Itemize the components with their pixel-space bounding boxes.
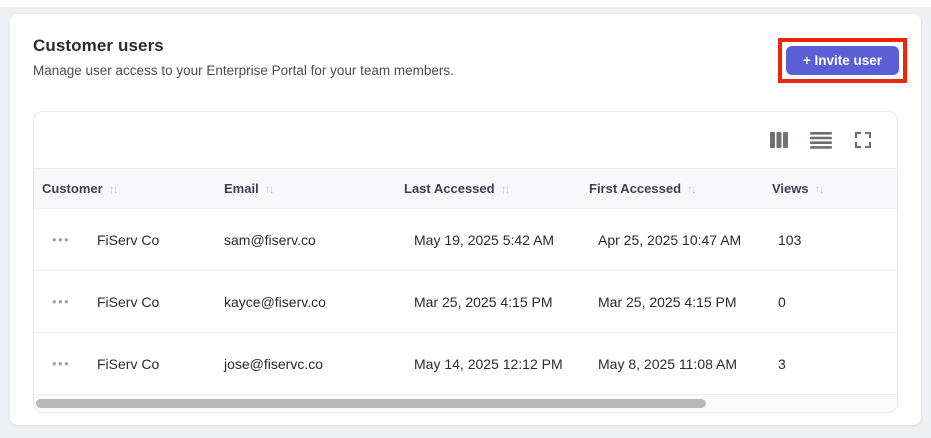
column-header-views[interactable]: Views ↑↓ <box>772 181 897 196</box>
last-accessed-cell: May 14, 2025 12:12 PM <box>414 355 563 372</box>
sort-icon[interactable]: ↑↓ <box>687 182 697 196</box>
views-cell: 3 <box>778 355 786 372</box>
column-header-first-accessed[interactable]: First Accessed ↑↓ <box>589 181 772 196</box>
row-menu-icon[interactable]: ••• <box>52 230 70 249</box>
row-menu-icon[interactable]: ••• <box>52 292 70 311</box>
email-cell: jose@fiservc.co <box>224 355 324 372</box>
sort-icon[interactable]: ↑↓ <box>501 182 511 196</box>
column-label: Last Accessed <box>404 181 495 196</box>
annotation-highlight: + Invite user <box>777 38 907 83</box>
customer-cell: FiServ Co <box>97 293 160 310</box>
row-density-icon[interactable] <box>807 126 835 154</box>
top-strip <box>0 0 931 7</box>
customer-cell: FiServ Co <box>97 231 160 248</box>
table-toolbar <box>34 112 897 168</box>
table-row: ••• FiServ Co sam@fiserv.co May 19, 2025… <box>34 209 897 271</box>
first-accessed-cell: Apr 25, 2025 10:47 AM <box>598 231 742 248</box>
column-header-last-accessed[interactable]: Last Accessed ↑↓ <box>404 181 589 196</box>
horizontal-scrollbar[interactable] <box>34 395 897 412</box>
column-header-email[interactable]: Email ↑↓ <box>224 181 404 196</box>
first-accessed-cell: Mar 25, 2025 4:15 PM <box>598 293 737 310</box>
sort-icon[interactable]: ↑↓ <box>265 182 275 196</box>
table-row: ••• FiServ Co jose@fiservc.co May 14, 20… <box>34 333 897 395</box>
fullscreen-icon[interactable] <box>849 126 877 154</box>
customer-cell: FiServ Co <box>97 355 160 372</box>
scrollbar-thumb[interactable] <box>36 399 707 408</box>
table-header-row: Customer ↑↓ Email ↑↓ Last Accessed ↑↓ Fi… <box>34 168 897 209</box>
card-header: Customer users Manage user access to you… <box>33 36 907 83</box>
first-accessed-cell: May 8, 2025 11:08 AM <box>598 355 738 372</box>
customer-users-card: Customer users Manage user access to you… <box>10 14 921 425</box>
sort-icon[interactable]: ↑↓ <box>109 182 119 196</box>
last-accessed-cell: May 19, 2025 5:42 AM <box>414 231 555 248</box>
email-cell: kayce@fiserv.co <box>224 293 326 310</box>
row-menu-icon[interactable]: ••• <box>52 354 70 373</box>
views-cell: 0 <box>778 293 786 310</box>
row-actions-cell: ••• <box>34 292 97 311</box>
views-cell: 103 <box>778 231 802 248</box>
page-title: Customer users <box>33 36 164 55</box>
columns-icon[interactable] <box>765 126 793 154</box>
last-accessed-cell: Mar 25, 2025 4:15 PM <box>414 293 553 310</box>
invite-user-button[interactable]: + Invite user <box>785 46 899 75</box>
header-text: Customer users Manage user access to you… <box>33 36 454 78</box>
page-subtitle: Manage user access to your Enterprise Po… <box>33 63 454 78</box>
column-label: Views <box>772 181 809 196</box>
email-cell: sam@fiserv.co <box>224 231 316 248</box>
row-actions-cell: ••• <box>34 230 97 249</box>
column-label: Email <box>224 181 259 196</box>
column-header-customer[interactable]: Customer ↑↓ <box>34 181 224 196</box>
sort-icon[interactable]: ↑↓ <box>815 182 825 196</box>
column-label: First Accessed <box>589 181 682 196</box>
table-row: ••• FiServ Co kayce@fiserv.co Mar 25, 20… <box>34 271 897 333</box>
users-table: Customer ↑↓ Email ↑↓ Last Accessed ↑↓ Fi… <box>33 111 898 413</box>
column-label: Customer <box>42 181 103 196</box>
row-actions-cell: ••• <box>34 354 97 373</box>
